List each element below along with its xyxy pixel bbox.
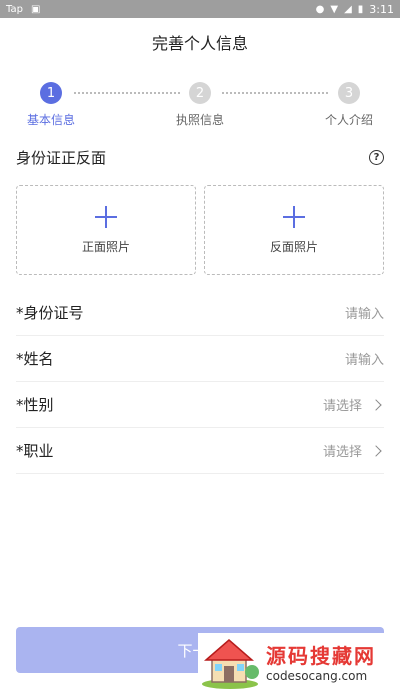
step-3-circle: 3 — [338, 82, 360, 104]
step-3-label: 个人介绍 — [324, 113, 373, 127]
gender-label: *性别 — [16, 396, 54, 414]
job-label: *职业 — [16, 442, 54, 460]
location-icon: ● — [315, 3, 325, 15]
id-number-row[interactable]: *身份证号 请输入 — [16, 290, 384, 336]
id-number-input[interactable]: 请输入 — [345, 303, 384, 322]
house-logo-icon — [202, 638, 259, 689]
step-1-label: 基本信息 — [26, 113, 75, 127]
step-indicator: 1 基本信息 2 执照信息 3 个人介绍 — [0, 82, 400, 132]
watermark: 源码搜藏网 codesocang.com — [198, 633, 400, 690]
watermark-title: 源码搜藏网 — [266, 644, 376, 668]
step-2-label: 执照信息 — [175, 113, 224, 127]
job-placeholder: 请选择 — [322, 445, 362, 460]
id-back-upload[interactable]: 反面照片 — [204, 185, 384, 275]
name-row[interactable]: *姓名 请输入 — [16, 336, 384, 382]
job-select[interactable]: 请选择 — [323, 441, 384, 460]
gender-placeholder: 请选择 — [322, 399, 362, 414]
step-2-circle: 2 — [189, 82, 211, 104]
status-bar: Tap ▣ ● ▼ ◢ ▮ 3:11 — [0, 0, 400, 18]
id-back-label: 反面照片 — [269, 239, 318, 254]
step-1-circle: 1 — [40, 82, 62, 104]
battery-icon: ▮ — [357, 3, 364, 15]
id-card-section-header: 身份证正反面 ? — [16, 146, 384, 168]
chevron-right-icon — [370, 398, 382, 411]
gender-row[interactable]: *性别 请选择 — [16, 382, 384, 428]
id-front-upload[interactable]: 正面照片 — [16, 185, 196, 275]
step-connector-2 — [222, 92, 328, 94]
watermark-url: codesocang.com — [266, 669, 368, 683]
job-row[interactable]: *职业 请选择 — [16, 428, 384, 474]
page-title: 完善个人信息 — [151, 34, 248, 53]
id-front-label: 正面照片 — [81, 239, 130, 254]
status-time: 3:11 — [369, 2, 394, 16]
gender-select[interactable]: 请选择 — [323, 395, 384, 414]
name-input[interactable]: 请输入 — [345, 349, 384, 368]
notification-icon: ▣ — [30, 3, 41, 15]
name-label: *姓名 — [16, 350, 54, 368]
chevron-right-icon — [370, 444, 382, 457]
plus-icon — [95, 205, 117, 228]
wifi-icon: ▼ — [330, 3, 339, 15]
signal-icon: ◢ — [344, 3, 352, 15]
status-app-text: Tap — [6, 3, 23, 15]
id-card-section-title: 身份证正反面 — [16, 148, 107, 167]
id-number-label: *身份证号 — [16, 304, 84, 322]
help-icon[interactable]: ? — [369, 149, 384, 165]
step-connector-1 — [74, 92, 180, 94]
plus-icon — [283, 205, 305, 228]
